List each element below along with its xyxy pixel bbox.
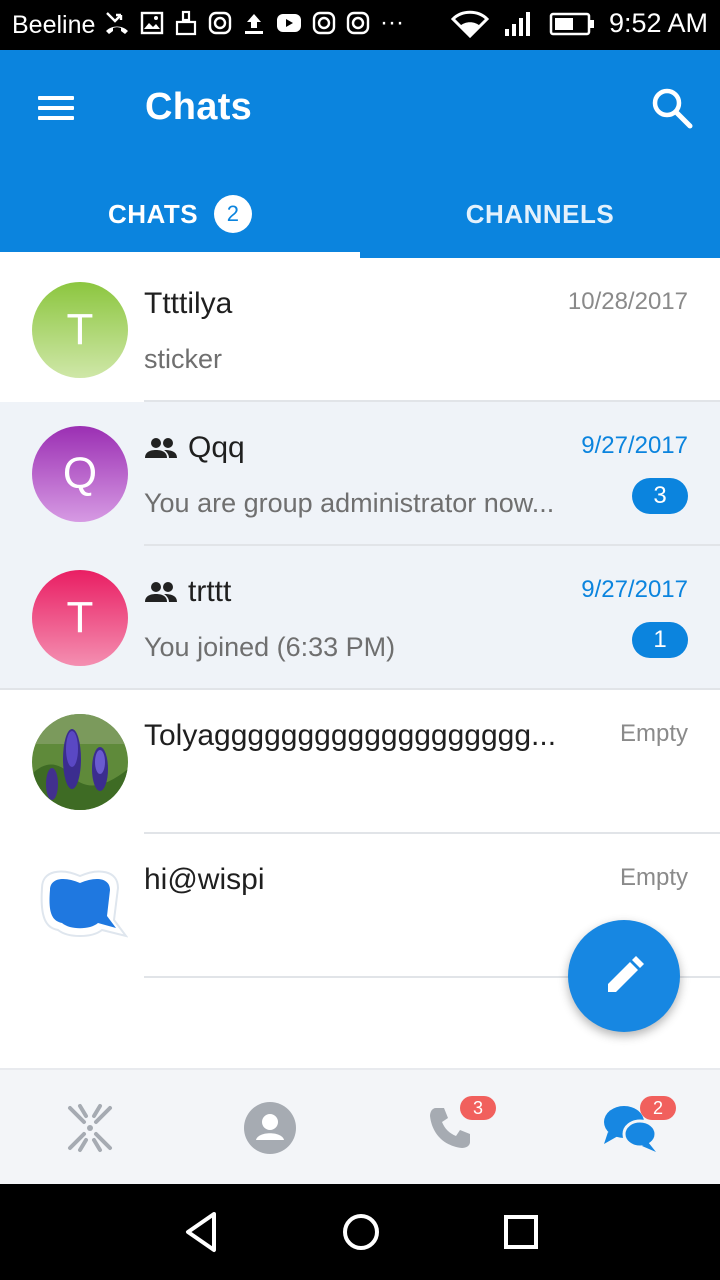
group-icon: [144, 437, 178, 459]
back-icon: [186, 1212, 216, 1252]
page-title: Chats: [145, 86, 253, 128]
menu-icon-line: [38, 106, 74, 110]
youtube-icon: [277, 14, 301, 32]
contacts-icon: [244, 1102, 296, 1154]
calls-badge: 3: [460, 1096, 496, 1120]
unread-badge: 3: [632, 478, 688, 514]
chat-name: Tolyaggggggggggggggggggg...: [144, 719, 556, 753]
more-dots-icon: ···: [380, 9, 404, 36]
chat-preview: You are group administrator now...: [144, 488, 555, 518]
avatar-initial: Q: [62, 449, 98, 498]
tab-chats-label: CHATS: [107, 198, 199, 229]
nav-chats[interactable]: 2: [540, 1070, 720, 1186]
tab-chats-badge: 2: [214, 195, 253, 233]
clock: 9:52 AM: [608, 8, 708, 38]
clean-icon: [175, 10, 197, 36]
chat-name: trttt: [144, 575, 231, 609]
upload-icon: [245, 14, 263, 34]
search-icon: [652, 88, 693, 129]
chat-preview: You joined (6:33 PM): [144, 632, 396, 662]
wispi-logo-avatar: [32, 858, 128, 954]
chat-name-text: trttt: [188, 575, 232, 608]
tab-channels[interactable]: CHANNELS: [360, 170, 720, 258]
missed-call-icon: [106, 12, 128, 34]
avatar: T: [32, 282, 128, 378]
avatar-initial: T: [66, 305, 94, 354]
unread-badge: 1: [632, 622, 688, 658]
chat-date: 10/28/2017: [567, 288, 688, 315]
status-bar: Beeline ··· 9:52 AM: [0, 0, 720, 50]
menu-button[interactable]: [26, 86, 86, 130]
image-icon: [140, 11, 164, 35]
bottom-nav: 3 2: [0, 1068, 720, 1186]
group-icon: [144, 581, 178, 603]
chat-row-tolya[interactable]: Tolyaggggggggggggggggggg... Empty: [0, 690, 720, 834]
tab-chats[interactable]: CHATS 2: [0, 170, 360, 258]
chat-name: Qqq: [144, 431, 245, 465]
chat-name-text: hi@wispi: [144, 863, 265, 896]
chat-date: 9/27/2017: [581, 432, 688, 459]
search-button[interactable]: [646, 82, 698, 134]
signal-icon: [504, 11, 530, 36]
chat-row-qqq[interactable]: Q Qqq You are group administrator now...…: [0, 402, 720, 546]
app-bar: Chats CHATS 2 CHANNELS: [0, 50, 720, 258]
wispi-logo-icon: [68, 1104, 112, 1152]
instagram-icon: [312, 11, 336, 35]
compose-button[interactable]: [568, 920, 680, 1032]
menu-icon-line: [38, 116, 74, 120]
instagram-icon: [208, 11, 232, 35]
chat-name: hi@wispi: [144, 863, 264, 897]
chat-list: T Ttttilya sticker 10/28/2017 Q Qqq You …: [0, 258, 720, 978]
back-button[interactable]: [178, 1208, 226, 1256]
avatar: T: [32, 570, 128, 666]
chat-row-ttttilya[interactable]: T Ttttilya sticker 10/28/2017: [0, 258, 720, 402]
chat-date: 9/27/2017: [581, 576, 688, 603]
nav-wispi[interactable]: [0, 1070, 180, 1186]
instagram-icon: [346, 11, 370, 35]
avatar-photo: [32, 714, 128, 810]
wifi-icon: [450, 10, 489, 38]
home-button[interactable]: [337, 1208, 385, 1256]
chat-name: Ttttilya: [144, 287, 232, 321]
chats-badge: 2: [640, 1096, 676, 1120]
recents-icon: [504, 1215, 538, 1249]
chat-date: Empty: [619, 864, 688, 891]
avatar-initial: T: [66, 593, 94, 642]
battery-icon: [549, 12, 594, 35]
chat-preview: sticker: [144, 344, 223, 374]
tab-channels-label: CHANNELS: [465, 198, 615, 229]
chat-date: Empty: [619, 720, 688, 747]
notification-icons: ···: [104, 9, 404, 37]
pencil-icon: [608, 956, 644, 992]
chat-name-text: Tolyaggggggggggggggggggg...: [144, 719, 557, 752]
home-icon: [343, 1214, 379, 1250]
system-nav-bar: [0, 1184, 720, 1280]
chat-name-text: Qqq: [188, 431, 245, 464]
recents-button[interactable]: [497, 1208, 545, 1256]
nav-contacts[interactable]: [180, 1070, 360, 1186]
avatar: Q: [32, 426, 128, 522]
carrier-label: Beeline: [12, 11, 96, 39]
chat-name-text: Ttttilya: [144, 287, 233, 320]
menu-icon: [38, 96, 74, 100]
chat-row-trttt[interactable]: T trttt You joined (6:33 PM) 9/27/2017 1: [0, 546, 720, 690]
nav-calls[interactable]: 3: [360, 1070, 540, 1186]
